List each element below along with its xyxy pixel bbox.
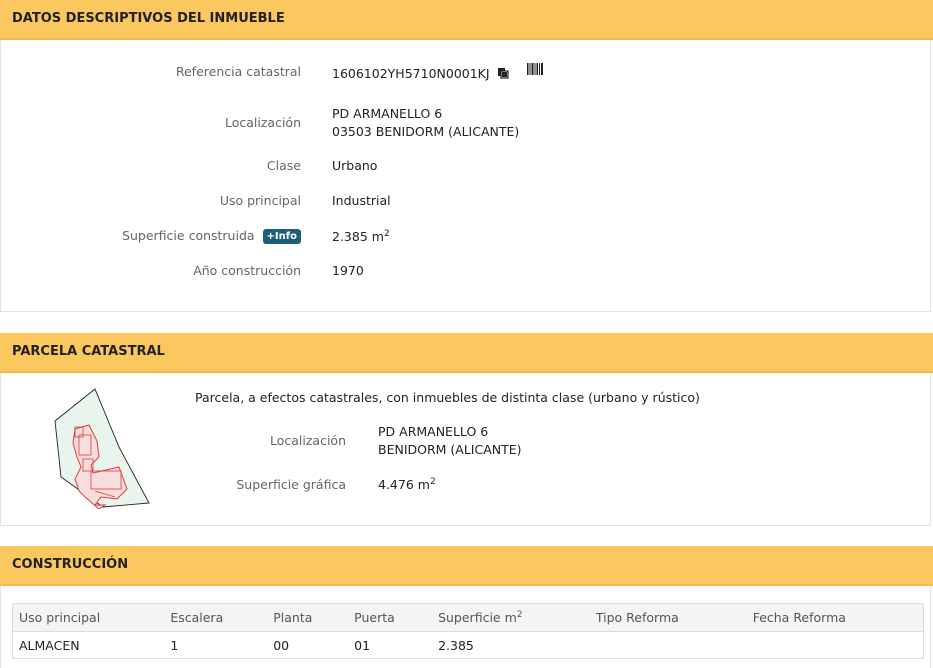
cell-puerta: 01 (354, 637, 371, 653)
parcela-localizacion-label: Localización (269, 433, 346, 448)
parcela-localizacion-line2: BENIDORM (ALICANTE) (378, 442, 522, 457)
parcela-superficie-value: 4.476 m (378, 477, 430, 492)
superficie-label: Superficie construida (122, 228, 255, 243)
clase-label: Clase (266, 158, 301, 173)
localizacion-line1: PD ARMANELLO 6 (332, 106, 443, 121)
superficie-value-wrap: 2.385 m2 (332, 228, 390, 246)
cell-fecha-reforma (747, 632, 924, 659)
parcela-section-header: PARCELA CATASTRAL (0, 333, 933, 373)
parcela-superficie-value-wrap: 4.476 m2 (378, 476, 436, 494)
col-puerta[interactable]: Puerta (348, 603, 433, 632)
datos-panel: Referencia catastral 1606102YH5710N0001K… (0, 40, 931, 312)
col-uso-principal[interactable]: Uso principal (12, 603, 165, 632)
parcela-description: Parcela, a efectos catastrales, con inmu… (195, 390, 700, 405)
cell-escalera: 1 (170, 637, 179, 653)
anio-value: 1970 (332, 263, 364, 278)
parcela-localizacion-value: PD ARMANELLO 6 BENIDORM (ALICANTE) (378, 423, 522, 459)
col-tipo-reforma[interactable]: Tipo Reforma (589, 603, 747, 632)
parcela-superficie-unit-sup: 2 (429, 476, 436, 487)
uso-value: Industrial (332, 193, 391, 208)
uso-label: Uso principal (219, 193, 301, 208)
parcela-panel: Parcela, a efectos catastrales, con inmu… (0, 373, 931, 526)
col-superficie-label: Superficie m (438, 610, 517, 625)
cell-planta: 00 (273, 637, 290, 653)
cell-tipo-reforma (590, 632, 747, 659)
parcela-superficie-label: Superficie gráfica (236, 477, 346, 492)
col-fecha-reforma[interactable]: Fecha Reforma (746, 603, 924, 632)
clase-value: Urbano (332, 158, 378, 173)
localizacion-label: Localización (224, 115, 301, 130)
superficie-value: 2.385 m (332, 229, 384, 244)
col-escalera[interactable]: Escalera (164, 603, 268, 632)
localizacion-line2: 03503 BENIDORM (ALICANTE) (332, 124, 520, 139)
superficie-unit-sup: 2 (383, 228, 390, 239)
parcela-section-title: PARCELA CATASTRAL (12, 344, 165, 359)
cell-uso-principal: ALMACEN (19, 637, 80, 653)
copy-icon[interactable] (497, 66, 509, 84)
table-row: ALMACEN 1 00 01 2.385 (13, 632, 924, 659)
referencia-value[interactable]: 1606102YH5710N0001KJ (332, 66, 490, 81)
construccion-section-title: CONSTRUCCIÓN (12, 557, 129, 572)
parcela-localizacion-line1: PD ARMANELLO 6 (378, 424, 489, 439)
col-superficie[interactable]: Superficie m2 (432, 603, 590, 632)
datos-section-header: DATOS DESCRIPTIVOS DEL INMUEBLE (0, 0, 933, 40)
superficie-label-wrap: Superficie construida +Info (122, 228, 301, 244)
cell-superficie: 2.385 (438, 637, 474, 653)
referencia-value-wrap: 1606102YH5710N0001KJ (332, 62, 543, 84)
info-button[interactable]: +Info (262, 229, 301, 244)
datos-section-title: DATOS DESCRIPTIVOS DEL INMUEBLE (12, 11, 285, 26)
localizacion-value: PD ARMANELLO 6 03503 BENIDORM (ALICANTE) (332, 105, 519, 141)
col-superficie-sup: 2 (516, 609, 523, 620)
barcode-icon[interactable] (526, 62, 543, 80)
construccion-section-header: CONSTRUCCIÓN (0, 546, 933, 586)
anio-label: Año construcción (193, 263, 301, 278)
parcel-map-thumbnail[interactable] (51, 387, 153, 510)
table-header-row: Uso principal Escalera Planta Puerta Sup… (12, 603, 924, 632)
col-planta[interactable]: Planta (267, 603, 349, 632)
parcel-map-svg (54, 388, 150, 510)
construccion-table: Uso principal Escalera Planta Puerta Sup… (12, 603, 924, 659)
referencia-label: Referencia catastral (175, 64, 301, 79)
